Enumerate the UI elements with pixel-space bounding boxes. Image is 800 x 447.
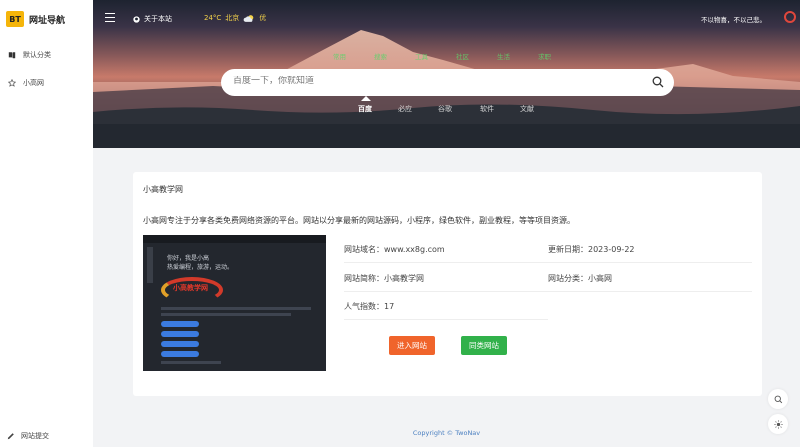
hero-banner: 关于本站 24°C 北京 优 不以物喜，不以己悲。 常用 搜索 工具 社区 生活… — [93, 0, 800, 148]
footer-copyright[interactable]: Copyright © TwoNav — [93, 429, 800, 437]
search-engine-tabs: 百度 必应 谷歌 软件 文献 — [358, 104, 560, 114]
submit-site-link[interactable]: 网站提交 — [7, 431, 49, 441]
thumb-line — [161, 361, 221, 364]
about-label: 关于本站 — [144, 15, 172, 23]
edit-icon — [7, 433, 14, 440]
divider — [344, 319, 548, 320]
sidebar-item-xiaogao[interactable]: 小高网 — [8, 78, 44, 88]
site-logo[interactable]: BT 网址导航 — [6, 11, 65, 27]
thumb-pill — [161, 331, 199, 337]
search-box — [221, 69, 674, 96]
search-input[interactable] — [233, 76, 633, 86]
search-icon[interactable] — [652, 76, 664, 88]
hamburger-menu-icon[interactable] — [105, 13, 115, 22]
weather-widget[interactable]: 24°C 北京 优 — [204, 13, 266, 23]
thumb-greeting: 你好，我是小高 — [167, 255, 210, 262]
thumb-pill — [161, 321, 199, 327]
sidebar: BT 网址导航 默认分类 小高网 网站提交 — [0, 0, 93, 447]
site-name: 网址导航 — [29, 15, 66, 26]
weather-temp: 24°C — [204, 14, 222, 22]
search-icon — [774, 395, 782, 403]
engine-tab-software[interactable]: 软件 — [480, 104, 520, 114]
sun-icon — [773, 419, 783, 429]
weather-city: 北京 — [225, 14, 240, 22]
popularity-field: 人气指数：17 — [344, 301, 394, 312]
sidebar-item-default[interactable]: 默认分类 — [8, 50, 51, 60]
thumb-sidebar — [147, 247, 153, 283]
category-label: 网站分类： — [548, 274, 588, 283]
domain-field: 网站域名：www.xx8g.com — [344, 244, 445, 255]
engine-tab-baidu[interactable]: 百度 — [358, 104, 398, 114]
thumb-logo-text: 小高教学网 — [173, 284, 208, 292]
active-engine-caret — [361, 96, 371, 101]
short-value: 小高教学网 — [384, 274, 424, 283]
submit-label: 网站提交 — [21, 432, 49, 440]
divider — [344, 262, 752, 263]
site-title: 小高教学网 — [143, 185, 183, 194]
engine-tab-literature[interactable]: 文献 — [520, 104, 560, 114]
engine-tab-google[interactable]: 谷歌 — [438, 104, 480, 114]
category-row: 常用 搜索 工具 社区 生活 求职 — [333, 51, 551, 61]
enter-site-button[interactable]: 进入网站 — [389, 336, 435, 355]
thumb-line — [161, 313, 291, 316]
site-description: 小高网专注于分享各类免费网络资源的平台。网站以分享最新的网站源码，小程序，绿色软… — [143, 216, 575, 225]
engine-tab-bing[interactable]: 必应 — [398, 104, 438, 114]
updated-value: 2023-09-22 — [588, 245, 635, 254]
category-field: 网站分类：小高网 — [548, 273, 612, 284]
category-value[interactable]: 小高网 — [588, 274, 612, 283]
github-icon — [133, 15, 140, 23]
category-item[interactable]: 生活 — [497, 51, 510, 61]
domain-value[interactable]: www.xx8g.com — [384, 245, 445, 254]
category-item[interactable]: 搜索 — [374, 51, 387, 61]
air-quality: 优 — [259, 14, 267, 22]
similar-sites-button[interactable]: 同类网站 — [461, 336, 507, 355]
thumb-line — [161, 307, 311, 310]
slogan: 不以物喜，不以己悲。 — [701, 16, 766, 24]
top-bar: 关于本站 24°C 北京 优 不以物喜，不以己悲。 — [93, 0, 800, 36]
category-item[interactable]: 社区 — [456, 51, 469, 61]
category-item[interactable]: 常用 — [333, 51, 346, 61]
sidebar-item-label: 默认分类 — [23, 51, 51, 59]
short-label: 网站简称： — [344, 274, 384, 283]
thumb-pill — [161, 341, 199, 347]
user-avatar-icon[interactable] — [784, 11, 796, 23]
thumb-pill — [161, 351, 199, 357]
logo-badge: BT — [6, 11, 24, 27]
short-name-field: 网站简称：小高教学网 — [344, 273, 424, 284]
category-item[interactable]: 求职 — [538, 51, 551, 61]
divider — [344, 291, 752, 292]
book-icon — [8, 52, 16, 59]
popularity-label: 人气指数： — [344, 302, 384, 311]
sidebar-item-label: 小高网 — [23, 79, 44, 87]
site-thumbnail[interactable]: 你好，我是小高 热爱编程，旅游，运动。 小高教学网 — [143, 235, 326, 371]
domain-label: 网站域名： — [344, 245, 384, 254]
updated-label: 更新日期： — [548, 245, 588, 254]
cloud-icon — [243, 14, 254, 22]
site-detail-card: 小高教学网 小高网专注于分享各类免费网络资源的平台。网站以分享最新的网站源码，小… — [133, 172, 762, 396]
star-icon — [8, 79, 16, 87]
popularity-value: 17 — [384, 302, 395, 311]
updated-field: 更新日期：2023-09-22 — [548, 244, 635, 255]
float-search-button[interactable] — [768, 389, 788, 409]
thumb-subgreeting: 热爱编程，旅游，运动。 — [167, 264, 234, 271]
thumb-titlebar — [143, 235, 326, 243]
category-item[interactable]: 工具 — [415, 51, 428, 61]
about-link[interactable]: 关于本站 — [133, 14, 172, 24]
